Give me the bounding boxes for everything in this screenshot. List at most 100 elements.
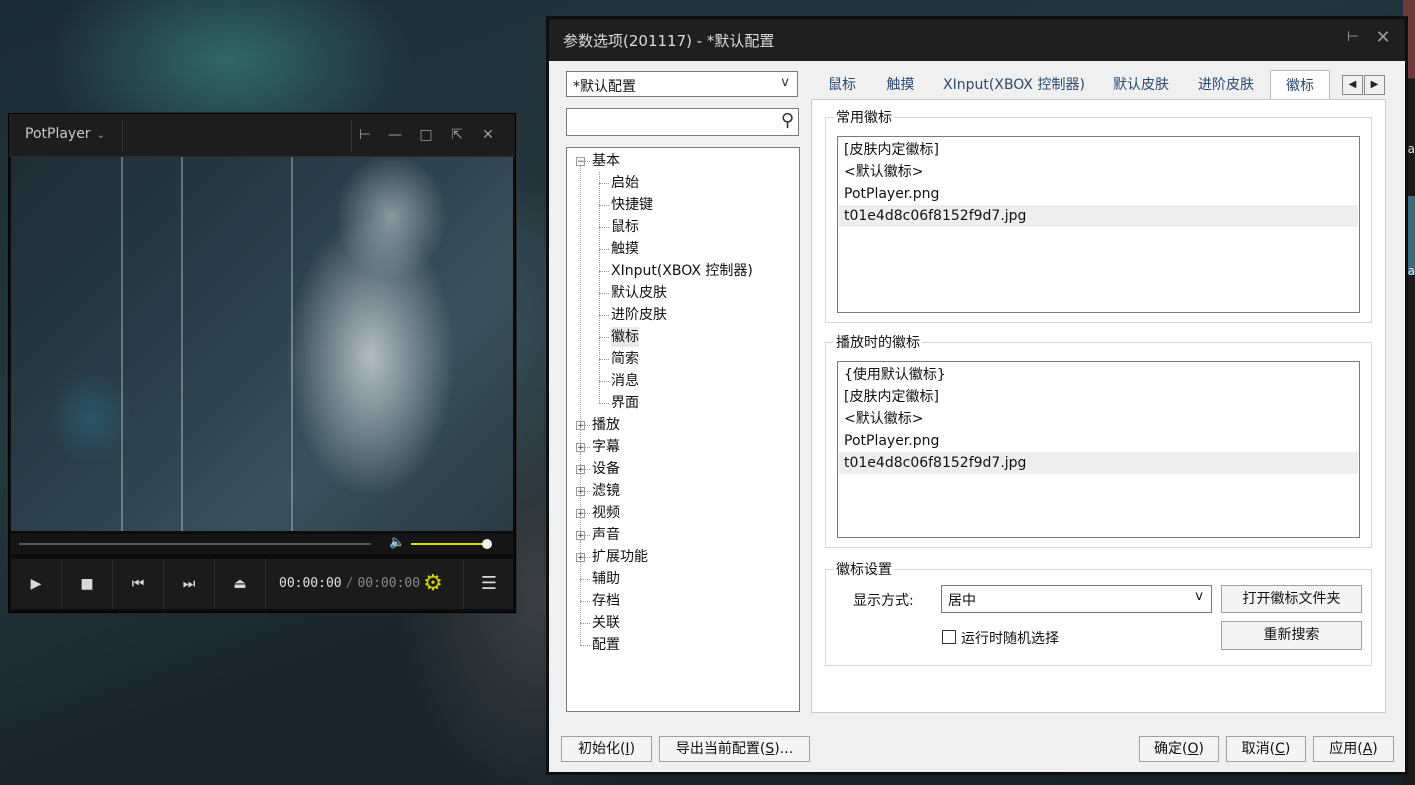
menu-icon[interactable]: ☰ — [463, 559, 514, 609]
list-item[interactable]: {使用默认徽标} — [844, 364, 946, 386]
video-area[interactable] — [11, 157, 513, 531]
tree-connector — [599, 381, 609, 382]
tree-connector — [599, 403, 609, 404]
ok-button[interactable]: 确定(O) — [1139, 736, 1219, 762]
tree-item[interactable]: 视频 — [592, 503, 620, 523]
tree-search-input[interactable]: ⚲ — [566, 108, 799, 136]
tree-item[interactable]: 关联 — [592, 613, 620, 633]
tab-item[interactable]: 鼠标 — [811, 70, 873, 100]
fullscreen-icon[interactable]: ⇱ — [445, 124, 469, 146]
player-brand-menu[interactable]: PotPlayer ⌄ — [25, 126, 105, 142]
tree-item[interactable]: 消息 — [611, 371, 639, 391]
random-select-checkbox[interactable] — [942, 630, 956, 644]
tab-item[interactable]: 默认皮肤 — [1100, 70, 1182, 100]
tree-item[interactable]: 鼠标 — [611, 217, 639, 237]
cancel-button[interactable]: 取消(C) — [1226, 736, 1306, 762]
previous-icon[interactable]: ⏮ — [113, 559, 164, 609]
tab-item[interactable]: 徽标 — [1270, 70, 1330, 100]
list-item[interactable]: <默认徽标> — [844, 408, 923, 430]
tree-item[interactable]: 辅助 — [592, 569, 620, 589]
list-item[interactable]: [皮肤内定徽标] — [844, 139, 939, 161]
seek-track[interactable] — [19, 543, 371, 545]
tab-bar: 鼠标触摸XInput(XBOX 控制器)默认皮肤进阶皮肤徽标简 — [811, 70, 1386, 100]
list-item[interactable]: PotPlayer.png — [844, 430, 939, 452]
video-frame-detail — [121, 157, 123, 531]
tree-connector — [599, 227, 609, 228]
volume-handle[interactable] — [482, 539, 492, 549]
dialog-title-bar[interactable]: 参数选项(201117) - *默认配置 ⊢ ✕ — [549, 19, 1405, 61]
tab-scroll-right-icon[interactable]: ▶ — [1364, 75, 1385, 95]
list-item[interactable]: [皮肤内定徽标] — [844, 386, 939, 408]
gear-icon[interactable]: ⚙ — [419, 570, 447, 598]
list-item[interactable]: <默认徽标> — [844, 161, 923, 183]
expand-icon[interactable]: + — [576, 421, 585, 431]
minimize-icon[interactable]: — — [383, 124, 407, 146]
export-config-button[interactable]: 导出当前配置(S)... — [659, 736, 810, 762]
play-icon[interactable]: ▶ — [11, 559, 62, 609]
tree-item[interactable]: 默认皮肤 — [611, 283, 667, 303]
tree-item[interactable]: 声音 — [592, 525, 620, 545]
logo-settings-group: 徽标设置 显示方式: 居中 v 打开徽标文件夹 运行时随机选择 重新搜索 — [825, 559, 1372, 666]
tree-item[interactable]: 简索 — [611, 349, 639, 369]
dialog-title: 参数选项(201117) - *默认配置 — [563, 32, 775, 50]
tab-item[interactable]: 进阶皮肤 — [1182, 70, 1270, 100]
tab-scroll-left-icon[interactable]: ◀ — [1342, 75, 1363, 95]
expand-icon[interactable]: + — [576, 465, 585, 475]
tree-item[interactable]: XInput(XBOX 控制器) — [611, 261, 753, 281]
search-icon[interactable]: ⚲ — [781, 110, 794, 131]
stop-icon[interactable]: ■ — [62, 559, 113, 609]
tree-item[interactable]: 进阶皮肤 — [611, 305, 667, 325]
tree-item[interactable]: 徽标 — [611, 327, 639, 347]
list-item[interactable]: t01e4d8c06f8152f9d7.jpg — [844, 452, 1026, 474]
tree-item[interactable]: 触摸 — [611, 239, 639, 259]
open-logo-folder-button[interactable]: 打开徽标文件夹 — [1221, 585, 1362, 613]
tree-connector — [580, 579, 590, 580]
settings-tree[interactable]: − 基本 启始 快捷键 鼠标 触摸 XInput(XBOX 控制器) 默认皮肤 进阶皮肤 徽标 简索… — [566, 147, 800, 712]
volume-icon[interactable]: 🔈 — [389, 535, 405, 550]
desktop-edge-text: a — [1407, 142, 1415, 156]
player-title-bar[interactable]: PotPlayer ⌄ ⊢ — □ ⇱ ✕ — [9, 114, 515, 157]
seek-bar[interactable]: 🔈 — [11, 534, 513, 554]
rescan-button[interactable]: 重新搜索 — [1221, 621, 1362, 650]
tree-item[interactable]: 存档 — [592, 591, 620, 611]
expand-icon[interactable]: + — [576, 443, 585, 453]
next-icon[interactable]: ⏭ — [164, 559, 215, 609]
profile-select[interactable]: *默认配置 v — [566, 71, 798, 97]
tree-item[interactable]: 滤镜 — [592, 481, 620, 501]
chevron-down-icon: v — [781, 75, 789, 90]
tree-item[interactable]: 字幕 — [592, 437, 620, 457]
list-item[interactable]: t01e4d8c06f8152f9d7.jpg — [844, 205, 1026, 227]
list-item[interactable]: PotPlayer.png — [844, 183, 939, 205]
close-icon[interactable]: ✕ — [476, 124, 500, 146]
expand-icon[interactable]: + — [576, 553, 585, 563]
random-select-label[interactable]: 运行时随机选择 — [961, 628, 1059, 648]
tree-item[interactable]: 基本 — [592, 151, 620, 171]
apply-button[interactable]: 应用(A) — [1313, 736, 1394, 762]
pin-icon[interactable]: ⊢ — [353, 124, 377, 146]
tree-item[interactable]: 界面 — [611, 393, 639, 413]
preferences-dialog: 参数选项(201117) - *默认配置 ⊢ ✕ *默认配置 v ⚲ − 基本 启始… — [548, 18, 1406, 773]
playing-logos-list[interactable]: {使用默认徽标} [皮肤内定徽标] <默认徽标> PotPlayer.png t01e4… — [837, 361, 1360, 538]
reset-button[interactable]: 初始化(I) — [561, 736, 652, 762]
common-logos-group: 常用徽标 [皮肤内定徽标] <默认徽标> PotPlayer.png t01e4d8c… — [825, 107, 1372, 323]
expand-icon[interactable]: + — [576, 531, 585, 541]
expand-icon[interactable]: + — [576, 509, 585, 519]
logo-tab-panel: 常用徽标 [皮肤内定徽标] <默认徽标> PotPlayer.png t01e4d8c… — [811, 99, 1386, 713]
tree-item[interactable]: 扩展功能 — [592, 547, 648, 567]
tree-item[interactable]: 启始 — [611, 173, 639, 193]
display-mode-select[interactable]: 居中 v — [941, 585, 1212, 613]
expand-icon[interactable]: + — [576, 487, 585, 497]
tab-item[interactable]: XInput(XBOX 控制器) — [928, 70, 1100, 100]
tree-item[interactable]: 播放 — [592, 415, 620, 435]
pin-icon[interactable]: ⊢ — [1341, 29, 1365, 45]
close-icon[interactable]: ✕ — [1371, 27, 1395, 48]
eject-icon[interactable]: ⏏ — [215, 559, 266, 609]
maximize-icon[interactable]: □ — [414, 124, 438, 146]
tree-item[interactable]: 设备 — [592, 459, 620, 479]
common-logos-list[interactable]: [皮肤内定徽标] <默认徽标> PotPlayer.png t01e4d8c06f81… — [837, 136, 1360, 313]
collapse-icon[interactable]: − — [576, 157, 585, 167]
volume-slider[interactable] — [411, 539, 492, 549]
tab-item[interactable]: 触摸 — [873, 70, 928, 100]
tree-item[interactable]: 快捷键 — [611, 195, 653, 215]
tree-item[interactable]: 配置 — [592, 635, 620, 655]
